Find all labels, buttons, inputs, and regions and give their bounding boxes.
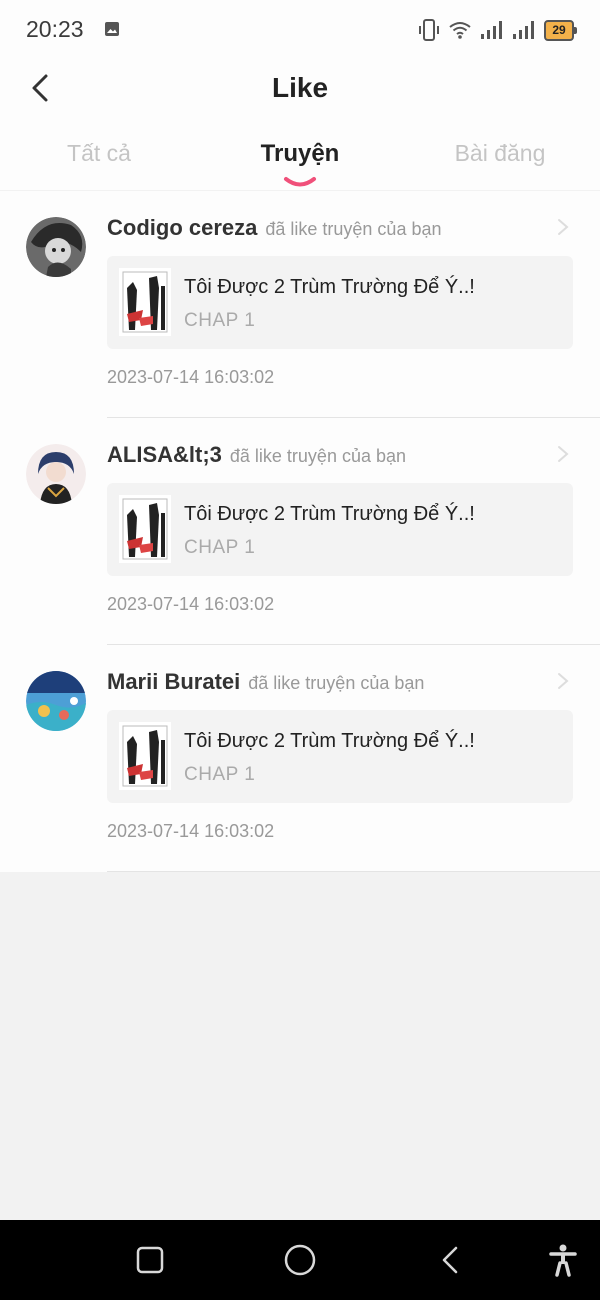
- manga-cover: [119, 722, 171, 790]
- recents-button[interactable]: [132, 1242, 168, 1278]
- page-title: Like: [271, 72, 329, 103]
- action-text: đã like truyện của bạn: [229, 446, 407, 466]
- manga-cover: [119, 268, 171, 336]
- home-button[interactable]: [282, 1242, 318, 1278]
- battery-icon: 29: [544, 19, 577, 41]
- item-header: Codigo cereza đã like truyện của bạn: [107, 215, 442, 241]
- back-triangle-icon: [442, 1246, 458, 1274]
- battery-level: 29: [552, 23, 566, 37]
- accessibility-button[interactable]: [545, 1242, 581, 1278]
- action-text: đã like truyện của bạn: [265, 219, 442, 239]
- username[interactable]: ALISA&lt;3: [107, 442, 222, 468]
- manga-chapter: CHAP 1: [184, 310, 256, 331]
- tab-all[interactable]: Tất cả: [19, 140, 179, 167]
- manga-title: Tôi Được 2 Trùm Trường Để Ý..!: [184, 276, 475, 298]
- manga-card[interactable]: Tôi Được 2 Trùm Trường Để Ý..! CHAP 1: [107, 256, 573, 349]
- tab-stories[interactable]: Truyện: [220, 140, 380, 187]
- signal-icon: [481, 21, 502, 39]
- chevron-right-icon[interactable]: [556, 671, 570, 691]
- item-header: Marii Buratei đã like truyện của bạn: [107, 669, 424, 695]
- manga-cover: [119, 495, 171, 563]
- vibrate-icon: [419, 19, 439, 41]
- back-nav-button[interactable]: [432, 1242, 468, 1278]
- tab-label: Bài đăng: [454, 140, 546, 166]
- timestamp: 2023-07-14 16:03:02: [107, 821, 275, 841]
- list-item[interactable]: Marii Buratei đã like truyện của bạn Tôi…: [0, 645, 600, 872]
- home-circle-icon: [284, 1244, 316, 1276]
- avatar[interactable]: [26, 444, 86, 504]
- tab-label: Truyện: [260, 140, 340, 167]
- divider: [107, 871, 600, 872]
- list-item[interactable]: ALISA&lt;3 đã like truyện của bạn Tôi Đư…: [0, 418, 600, 645]
- status-bar: 20:23 29: [0, 0, 600, 60]
- wifi-icon: [449, 22, 471, 39]
- username[interactable]: Codigo cereza: [107, 215, 257, 241]
- system-nav-bar: [0, 1220, 600, 1300]
- item-header: ALISA&lt;3 đã like truyện của bạn: [107, 442, 406, 468]
- status-time: 20:23: [26, 16, 84, 42]
- like-list: Codigo cereza đã like truyện của bạn Tôi…: [0, 191, 600, 872]
- signal-icon: [513, 21, 534, 39]
- header: Like Tất cả Truyện Bài đăng: [0, 60, 600, 190]
- recents-square-icon: [136, 1246, 164, 1274]
- accessibility-icon: [549, 1244, 577, 1277]
- image-notification-icon: [105, 22, 119, 36]
- manga-title: Tôi Được 2 Trùm Trường Để Ý..!: [184, 503, 475, 525]
- username[interactable]: Marii Buratei: [107, 669, 240, 695]
- manga-title: Tôi Được 2 Trùm Trường Để Ý..!: [184, 730, 475, 752]
- manga-chapter: CHAP 1: [184, 537, 256, 558]
- manga-card[interactable]: Tôi Được 2 Trùm Trường Để Ý..! CHAP 1: [107, 710, 573, 803]
- avatar[interactable]: [26, 217, 86, 277]
- action-text: đã like truyện của bạn: [248, 673, 425, 693]
- manga-card[interactable]: Tôi Được 2 Trùm Trường Để Ý..! CHAP 1: [107, 483, 573, 576]
- status-icons: 29: [418, 18, 577, 42]
- chevron-right-icon[interactable]: [556, 444, 570, 464]
- chevron-right-icon[interactable]: [556, 217, 570, 237]
- tab-label: Tất cả: [67, 140, 131, 166]
- list-item[interactable]: Codigo cereza đã like truyện của bạn Tôi…: [0, 191, 600, 418]
- tab-posts[interactable]: Bài đăng: [420, 140, 580, 167]
- timestamp: 2023-07-14 16:03:02: [107, 594, 275, 614]
- manga-chapter: CHAP 1: [184, 764, 256, 785]
- avatar[interactable]: [26, 671, 86, 731]
- timestamp: 2023-07-14 16:03:02: [107, 367, 275, 387]
- tab-active-indicator: [284, 177, 316, 187]
